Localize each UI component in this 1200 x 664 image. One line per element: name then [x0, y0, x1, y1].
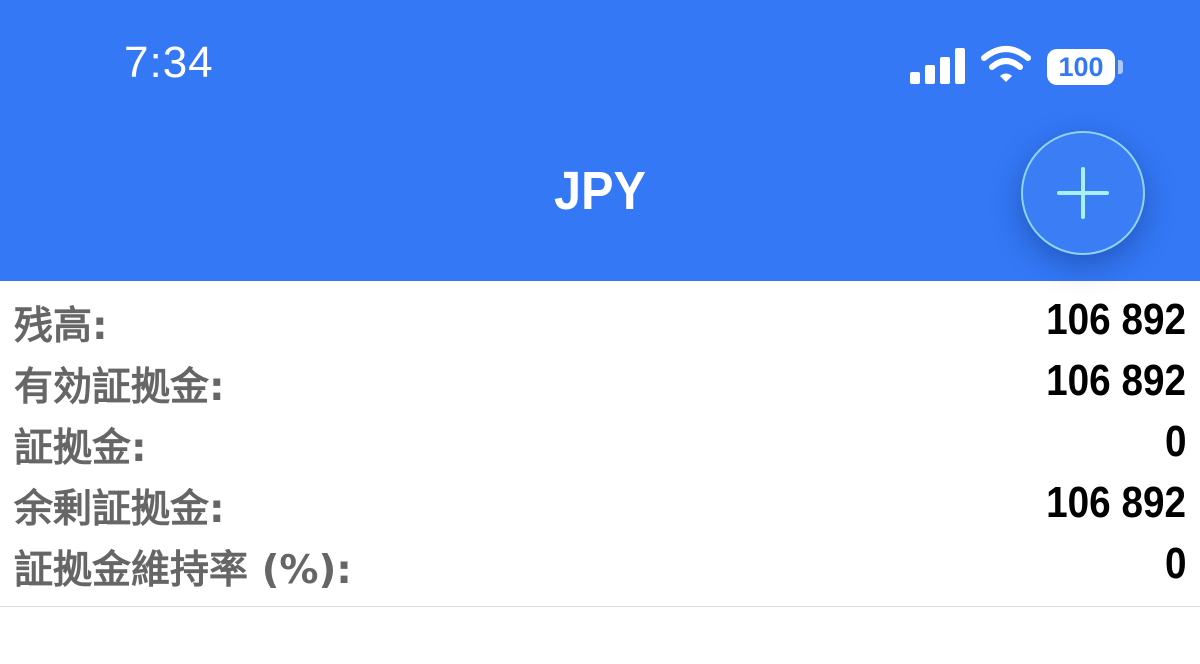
wifi-icon [981, 44, 1031, 84]
account-row-equity: 有効証拠金: 106 892 [0, 350, 1200, 411]
row-label: 余剰証拠金: [14, 487, 225, 532]
row-label: 残高: [14, 304, 108, 349]
row-label: 証拠金: [14, 426, 147, 471]
battery-icon: 100 [1047, 49, 1115, 85]
row-value: 106 892 [1046, 295, 1186, 344]
app-header: 7:34 100 JPY [0, 0, 1200, 281]
account-row-margin-level: 証拠金維持率 (%): 0 [0, 533, 1200, 594]
row-value: 0 [1164, 539, 1186, 588]
row-value: 106 892 [1046, 356, 1186, 405]
row-label: 証拠金維持率 (%): [14, 548, 352, 593]
account-row-balance: 残高: 106 892 [0, 289, 1200, 350]
account-row-free-margin: 余剰証拠金: 106 892 [0, 472, 1200, 533]
account-row-margin: 証拠金: 0 [0, 411, 1200, 472]
plus-icon [1057, 167, 1109, 219]
add-button[interactable] [1021, 131, 1145, 255]
row-label: 有効証拠金: [14, 365, 225, 410]
divider [0, 606, 1200, 607]
row-value: 106 892 [1046, 478, 1186, 527]
battery-tip [1118, 60, 1123, 74]
row-value: 0 [1164, 417, 1186, 466]
signal-icon [910, 48, 966, 84]
status-time: 7:34 [124, 38, 214, 87]
page-title: JPY [554, 161, 646, 221]
